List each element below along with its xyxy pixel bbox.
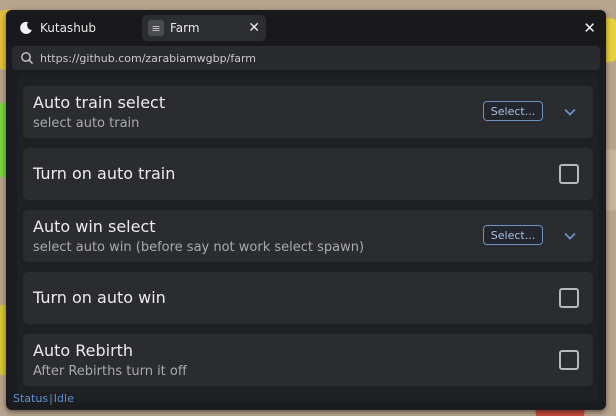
url-text: https://github.com/zarabiamwgbp/farm (40, 51, 256, 65)
status-label: Status (13, 392, 49, 405)
chevron-down-icon[interactable] (563, 229, 577, 243)
address-bar[interactable]: https://github.com/zarabiamwgbp/farm (12, 46, 600, 70)
option-title: Turn on auto train (33, 164, 176, 183)
option-description: select auto win (before say not work sel… (33, 240, 365, 255)
app-window: Kutashub ≡ Farm ✕ ✕ https://github.com/z… (6, 10, 606, 410)
search-icon (21, 52, 34, 65)
tab-bar: Kutashub ≡ Farm ✕ ✕ (6, 10, 606, 46)
tab-label: Kutashub (40, 21, 97, 35)
option-title: Auto win select (33, 217, 156, 236)
tab-close-icon[interactable]: ✕ (248, 20, 260, 36)
status-separator: | (49, 392, 53, 405)
option-auto-rebirth: Auto Rebirth After Rebirths turn it off (23, 334, 593, 386)
options-panel: Auto train select select auto train Sele… (17, 76, 599, 402)
tab-label: Farm (170, 21, 200, 35)
option-turn-on-auto-train: Turn on auto train (23, 148, 593, 200)
moon-icon (18, 20, 34, 36)
option-turn-on-auto-win: Turn on auto win (23, 272, 593, 324)
status-bar: Status|Idle (13, 392, 74, 405)
auto-rebirth-checkbox[interactable] (559, 350, 579, 370)
option-description: After Rebirths turn it off (33, 364, 187, 379)
option-title: Auto train select (33, 93, 166, 112)
tab-farm[interactable]: ≡ Farm ✕ (142, 15, 266, 41)
status-value: Idle (53, 392, 74, 405)
option-title: Auto Rebirth (33, 341, 134, 360)
option-auto-win-select: Auto win select select auto win (before … (23, 210, 593, 262)
auto-train-checkbox[interactable] (559, 164, 579, 184)
tab-kutashub[interactable]: Kutashub (12, 15, 136, 41)
chevron-down-icon[interactable] (563, 105, 577, 119)
select-dropdown-button[interactable]: Select... (483, 101, 543, 121)
option-description: select auto train (33, 116, 140, 131)
option-auto-train-select: Auto train select select auto train Sele… (23, 86, 593, 138)
document-icon: ≡ (148, 20, 164, 36)
auto-win-checkbox[interactable] (559, 288, 579, 308)
select-dropdown-button[interactable]: Select... (483, 225, 543, 245)
window-close-icon[interactable]: ✕ (583, 19, 596, 37)
option-title: Turn on auto win (33, 288, 166, 307)
